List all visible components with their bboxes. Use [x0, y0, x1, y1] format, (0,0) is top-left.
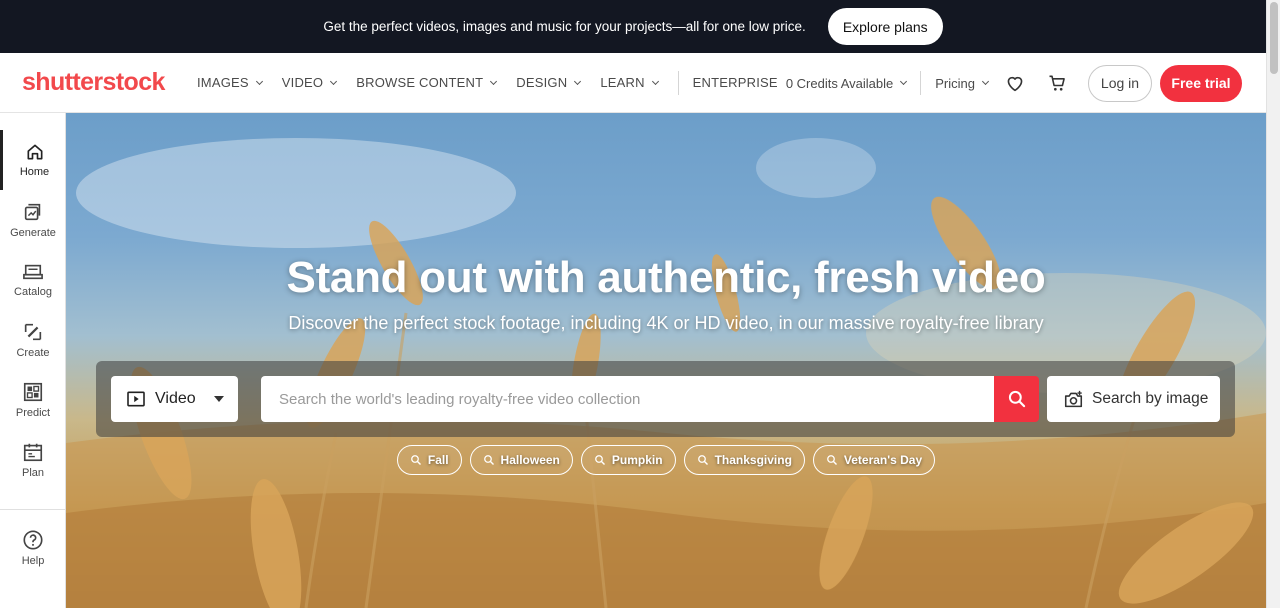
nav-images-label: IMAGES: [197, 75, 249, 90]
camera-icon: [1064, 390, 1083, 407]
credits-label: 0 Credits Available: [785, 75, 894, 91]
sidebar-item-create[interactable]: Create: [0, 310, 66, 370]
hero-title: Stand out with authentic, fresh video: [286, 253, 1046, 302]
media-type-select[interactable]: Video: [111, 376, 238, 422]
nav-enterprise[interactable]: ENTERPRISE: [693, 75, 778, 90]
search-icon: [827, 455, 837, 465]
search-input[interactable]: [261, 376, 995, 422]
logo[interactable]: shutterstock: [22, 68, 172, 96]
chip-halloween[interactable]: Halloween: [469, 445, 573, 475]
video-icon: [127, 391, 145, 407]
nav-divider: [677, 70, 679, 95]
page-scrollbar[interactable]: [1266, 0, 1280, 608]
chevron-down-icon: [981, 77, 990, 86]
chevron-down-icon: [900, 77, 908, 86]
nav-learn-label: LEARN: [600, 75, 645, 90]
nav-video-label: VIDEO: [281, 75, 324, 90]
header-actions: 0 Credits Available Pricing Log in Free …: [786, 53, 1242, 113]
search-by-image-button[interactable]: Search by image: [1047, 376, 1220, 422]
create-icon: [24, 323, 42, 341]
sidebar-item-plan[interactable]: Plan: [0, 430, 66, 490]
credits-dropdown[interactable]: 0 Credits Available: [785, 75, 908, 91]
predict-icon: [23, 382, 43, 402]
hero-section: Stand out with authentic, fresh video Di…: [66, 113, 1266, 608]
scrollbar-thumb[interactable]: [1270, 2, 1278, 74]
site-header: shutterstock IMAGES VIDEO BROWSE CONTENT…: [0, 53, 1266, 113]
search-icon: [697, 455, 708, 465]
chevron-down-icon: [574, 77, 582, 85]
chevron-down-icon: [330, 77, 338, 85]
sidebar-item-label: Create: [16, 347, 50, 359]
pricing-label: Pricing: [935, 75, 975, 91]
nav-images[interactable]: IMAGES: [197, 75, 263, 90]
catalog-icon: [23, 264, 43, 280]
sidebar-item-predict[interactable]: Predict: [0, 370, 66, 430]
header-divider: [920, 71, 922, 95]
sidebar-item-label: Home: [19, 166, 50, 178]
search-icon: [1008, 390, 1025, 408]
help-icon: [23, 530, 43, 550]
nav-design[interactable]: DESIGN: [516, 75, 582, 90]
explore-plans-button[interactable]: Explore plans: [827, 8, 943, 45]
trending-chips: Fall Halloween Pumpkin Thanksgiving Vete…: [66, 445, 1266, 475]
nav-browse-content[interactable]: BROWSE CONTENT: [356, 75, 498, 90]
chevron-down-icon: [255, 77, 263, 85]
nav-video[interactable]: VIDEO: [281, 75, 338, 90]
nav-design-label: DESIGN: [516, 75, 568, 90]
chevron-down-icon: [490, 77, 498, 85]
pricing-dropdown[interactable]: Pricing: [935, 75, 990, 91]
search-icon: [483, 455, 494, 465]
sidebar-item-home[interactable]: Home: [0, 130, 66, 190]
generate-icon: [24, 203, 41, 221]
sidebar-item-label: Help: [21, 555, 45, 567]
plan-icon: [23, 443, 43, 462]
logo-text: shutterstock: [22, 68, 165, 96]
nav-learn[interactable]: LEARN: [600, 75, 659, 90]
promo-text: Get the perfect videos, images and music…: [323, 19, 806, 34]
home-icon: [27, 144, 43, 160]
chip-label: Fall: [427, 453, 449, 467]
chip-label: Halloween: [500, 453, 560, 467]
search-icon: [410, 455, 421, 465]
promo-banner: Get the perfect videos, images and music…: [0, 0, 1266, 53]
login-button[interactable]: Log in: [1088, 64, 1152, 102]
search-icon: [594, 455, 605, 465]
sidebar-item-catalog[interactable]: Catalog: [0, 250, 66, 310]
chip-label: Pumpkin: [611, 453, 663, 467]
cart-icon[interactable]: [1046, 72, 1068, 94]
main-nav: IMAGES VIDEO BROWSE CONTENT DESIGN LEARN…: [197, 53, 798, 113]
sidebar-item-generate[interactable]: Generate: [0, 190, 66, 250]
page: Get the perfect videos, images and music…: [0, 0, 1280, 608]
search-panel: Video Search by image: [96, 361, 1235, 437]
hero-subtitle: Discover the perfect stock footage, incl…: [288, 313, 1044, 333]
caret-down-icon: [214, 396, 224, 402]
chip-label: Thanksgiving: [714, 453, 792, 467]
chip-thanksgiving[interactable]: Thanksgiving: [683, 445, 805, 475]
sidebar-divider: [0, 509, 66, 510]
sidebar-item-label: Predict: [15, 407, 51, 419]
chip-label: Veteran's Day: [843, 453, 923, 467]
sidebar-item-label: Plan: [21, 467, 45, 479]
sidebar-item-help[interactable]: Help: [0, 518, 66, 578]
free-trial-button[interactable]: Free trial: [1160, 64, 1242, 102]
search-by-image-label: Search by image: [1092, 390, 1209, 407]
sidebar-item-label: Generate: [10, 227, 56, 239]
media-type-label: Video: [155, 390, 196, 407]
search-button[interactable]: [994, 376, 1039, 422]
sidebar-item-label: Catalog: [14, 286, 52, 298]
nav-browse-content-label: BROWSE CONTENT: [356, 75, 484, 90]
chip-pumpkin[interactable]: Pumpkin: [580, 445, 676, 475]
chevron-down-icon: [651, 77, 659, 85]
chip-fall[interactable]: Fall: [396, 445, 462, 475]
left-sidebar: Home Generate Catalog Create Predict Pla…: [0, 113, 66, 608]
chip-veterans-day[interactable]: Veteran's Day: [812, 445, 936, 475]
favorites-heart-icon[interactable]: [1004, 72, 1026, 94]
